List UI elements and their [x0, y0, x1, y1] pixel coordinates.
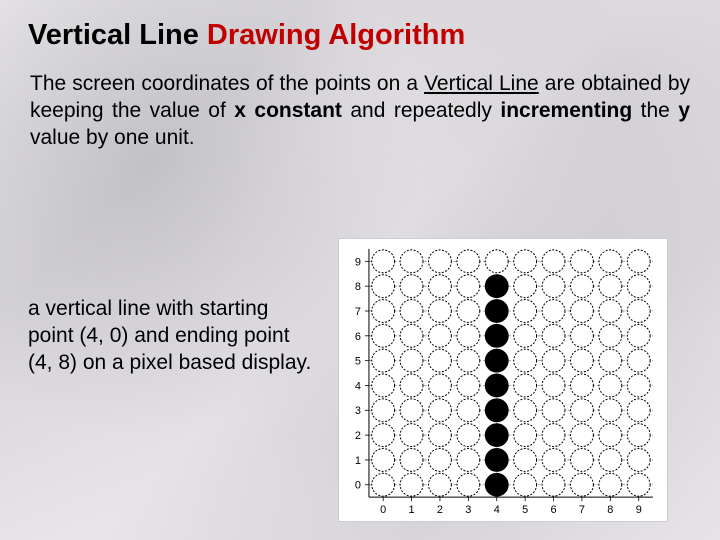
svg-text:7: 7 — [355, 306, 361, 318]
para-bold-2: incrementing — [500, 99, 632, 122]
para-frag-4: the — [632, 99, 678, 122]
pixel-grid-figure: 0 1 2 3 4 5 6 7 8 9 0 1 2 3 4 5 6 7 8 9 — [338, 238, 668, 522]
svg-text:6: 6 — [355, 331, 361, 343]
slide-title: Vertical Line Drawing Algorithm — [28, 18, 692, 53]
svg-text:0: 0 — [355, 480, 361, 492]
para-underline-1: Vertical Line — [424, 72, 539, 95]
slide: Vertical Line Drawing Algorithm The scre… — [0, 0, 720, 540]
svg-text:5: 5 — [522, 504, 528, 516]
pixel-grid-svg: 0 1 2 3 4 5 6 7 8 9 0 1 2 3 4 5 6 7 8 9 — [339, 239, 667, 521]
svg-text:2: 2 — [355, 430, 361, 442]
title-part-2: Drawing Algorithm — [207, 19, 465, 51]
svg-text:1: 1 — [409, 504, 415, 516]
svg-text:6: 6 — [551, 504, 557, 516]
svg-text:9: 9 — [355, 256, 361, 268]
svg-text:7: 7 — [579, 504, 585, 516]
svg-text:2: 2 — [437, 504, 443, 516]
para-frag-5: value by one unit. — [30, 126, 195, 149]
svg-text:3: 3 — [465, 504, 471, 516]
svg-text:3: 3 — [355, 405, 361, 417]
para-bold-3: y — [678, 99, 690, 122]
svg-text:1: 1 — [355, 455, 361, 467]
svg-text:4: 4 — [494, 504, 500, 516]
para-bold-1: x constant — [234, 99, 342, 122]
svg-text:0: 0 — [380, 504, 386, 516]
svg-text:5: 5 — [355, 356, 361, 368]
svg-text:8: 8 — [355, 281, 361, 293]
svg-text:8: 8 — [607, 504, 613, 516]
title-part-1: Vertical Line — [28, 19, 207, 51]
description-paragraph: The screen coordinates of the points on … — [30, 71, 690, 152]
para-frag-3: and repeatedly — [342, 99, 500, 122]
para-frag-1: The screen coordinates of the points on … — [30, 72, 424, 95]
figure-caption: a vertical line with starting point (4, … — [28, 296, 313, 377]
svg-text:4: 4 — [355, 380, 361, 392]
svg-text:9: 9 — [636, 504, 642, 516]
